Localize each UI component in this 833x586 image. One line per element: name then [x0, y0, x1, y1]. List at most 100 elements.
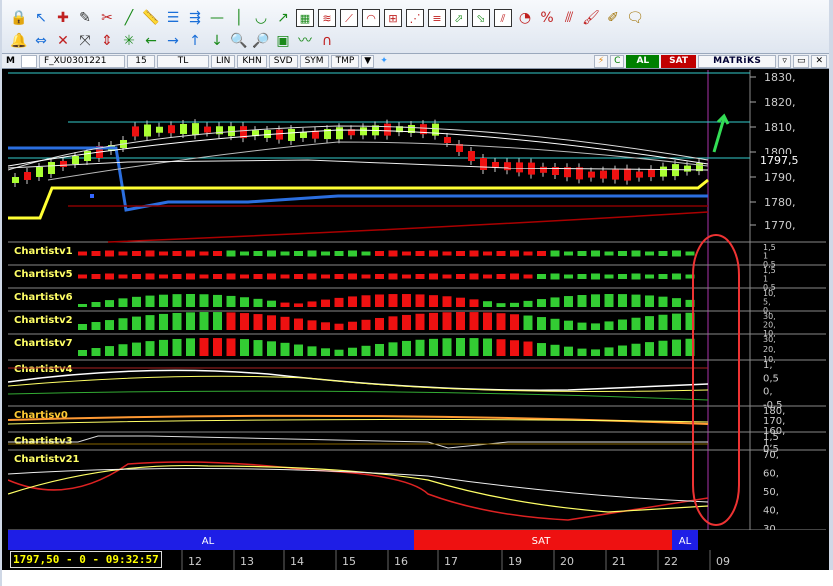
symbol-field[interactable]: F_XU0301221	[38, 54, 125, 68]
m-icon[interactable]: M	[2, 55, 19, 68]
histogram-bar	[658, 251, 668, 256]
time-tick-label: 09	[716, 555, 730, 568]
time-tick-label: 15	[342, 555, 356, 568]
chart-window-icon[interactable]: ▣	[274, 32, 292, 50]
close-icon[interactable]: ✕	[811, 54, 827, 68]
expand-icon[interactable]: ✕	[54, 32, 72, 50]
zoom-in-icon[interactable]: 🔍	[230, 32, 248, 50]
histogram-bar	[253, 274, 263, 279]
histogram-bar	[672, 298, 681, 307]
trend-up-icon[interactable]: ↗	[274, 9, 292, 27]
speed-lines-icon[interactable]: ⋰	[406, 9, 424, 27]
price-chart[interactable]: 1830,1820,1810,1800,1790,1780,1770,1797,…	[8, 70, 826, 530]
gann-icon[interactable]: ⊞	[384, 9, 402, 27]
window-bottom-strip	[2, 570, 833, 586]
dropdown-icon[interactable]: ▼	[361, 54, 375, 68]
histogram-bar	[78, 304, 87, 307]
wave-icon[interactable]: 〰	[296, 32, 314, 50]
histogram-bar	[631, 343, 641, 356]
grid-icon[interactable]: ▦	[296, 9, 314, 27]
lightning-icon[interactable]: ⚡	[593, 54, 609, 68]
refresh-icon[interactable]: C	[610, 54, 625, 68]
pencil-icon[interactable]: ✎	[76, 9, 94, 27]
histogram-bar	[550, 318, 560, 330]
histogram-bar	[537, 299, 546, 307]
histogram-bar	[672, 273, 681, 280]
histogram-bar	[321, 299, 330, 307]
fib-arc-icon[interactable]: ◠	[362, 9, 380, 27]
regression-icon[interactable]: ≡	[428, 9, 446, 27]
histogram-bar	[267, 315, 276, 330]
histogram-bar	[159, 313, 168, 330]
vertical-line-icon[interactable]: │	[230, 9, 248, 27]
arrow-down-icon[interactable]: ⬂	[472, 9, 490, 27]
sym-button[interactable]: SYM	[299, 54, 329, 68]
candle	[540, 166, 547, 173]
fan-icon[interactable]: ⟋	[340, 9, 358, 27]
arrow-right-icon[interactable]: →	[164, 32, 182, 50]
period-field[interactable]: 15	[126, 54, 155, 68]
cup-icon[interactable]: ◡	[252, 9, 270, 27]
histogram-bar	[186, 294, 195, 307]
histogram-bar	[321, 322, 330, 330]
arrow-down-small-icon[interactable]: ↓	[208, 32, 226, 50]
sat-button[interactable]: SAT	[661, 54, 697, 68]
sheet-icon[interactable]	[20, 54, 37, 68]
collapse-icon[interactable]: ⤧	[76, 32, 94, 50]
svd-button[interactable]: SVD	[268, 54, 298, 68]
histogram-bar	[186, 312, 195, 330]
histogram-bar	[672, 339, 681, 356]
histogram-bar	[375, 294, 384, 307]
histogram-bar	[591, 294, 600, 307]
highlight-icon[interactable]: ✐	[604, 9, 622, 27]
bell-icon[interactable]: 🔔	[10, 32, 28, 50]
indicator-label: Chartistv6	[14, 292, 73, 303]
zoom-out-icon[interactable]: 🔎	[252, 32, 270, 50]
sparkle-icon[interactable]: ✳	[120, 32, 138, 50]
candle	[48, 162, 55, 174]
histogram-bar	[321, 348, 330, 356]
candle	[24, 172, 31, 180]
histogram-bar	[523, 315, 533, 330]
draw-line-icon[interactable]: ╱	[120, 9, 138, 27]
restore-icon[interactable]: ▭	[792, 54, 810, 68]
twitter-icon[interactable]: ✦	[376, 55, 392, 68]
andrews-icon[interactable]: ⫽	[494, 9, 512, 27]
indicator-scale-label: 50,	[763, 487, 779, 498]
tmp-button[interactable]: TMP	[330, 54, 360, 68]
cycle-icon[interactable]: ◔	[516, 9, 534, 27]
arrow-left-icon[interactable]: ←	[142, 32, 160, 50]
al-button[interactable]: AL	[626, 54, 660, 68]
crosshair-icon[interactable]: ✚	[54, 9, 72, 27]
horizontal-lines-icon[interactable]: ☰	[164, 9, 182, 27]
currency-field[interactable]: TL	[156, 54, 209, 68]
arrow-up-small-icon[interactable]: ↑	[186, 32, 204, 50]
fibonacci-icon[interactable]: ≋	[318, 9, 336, 27]
khn-button[interactable]: KHN	[237, 54, 267, 68]
histogram-bar	[226, 338, 236, 356]
histogram-bar	[132, 342, 141, 356]
histogram-bar	[564, 251, 573, 256]
tools-icon[interactable]: ✂	[98, 9, 116, 27]
paint-icon[interactable]: 🖌	[582, 9, 600, 27]
status-readout: 1797,50 - 0 - 09:32:57	[10, 551, 162, 568]
minimize-icon[interactable]: ▿	[778, 54, 791, 68]
arrow-cursor-icon[interactable]: ↖	[32, 9, 50, 27]
arrow-up-icon[interactable]: ⬀	[450, 9, 468, 27]
lin-button[interactable]: LIN	[210, 54, 236, 68]
dash-icon[interactable]: —	[208, 9, 226, 27]
ruler-icon[interactable]: 📏	[142, 9, 160, 27]
histogram-bar	[253, 340, 263, 356]
magnet-icon[interactable]: ∩	[318, 32, 336, 50]
histogram-bar	[253, 314, 263, 330]
histogram-bar	[564, 296, 573, 307]
note-icon[interactable]: 🗨	[626, 9, 644, 27]
histogram-bar	[645, 295, 654, 307]
percent-icon[interactable]: %	[538, 9, 556, 27]
histogram-bar	[645, 274, 654, 279]
strike-icon[interactable]: ⫻	[560, 9, 578, 27]
channel-icon[interactable]: ⇶	[186, 9, 204, 27]
double-arrow-v-icon[interactable]: ⇕	[98, 32, 116, 50]
lock-icon[interactable]: 🔒	[10, 9, 28, 27]
double-arrow-h-icon[interactable]: ⇔	[32, 32, 50, 50]
